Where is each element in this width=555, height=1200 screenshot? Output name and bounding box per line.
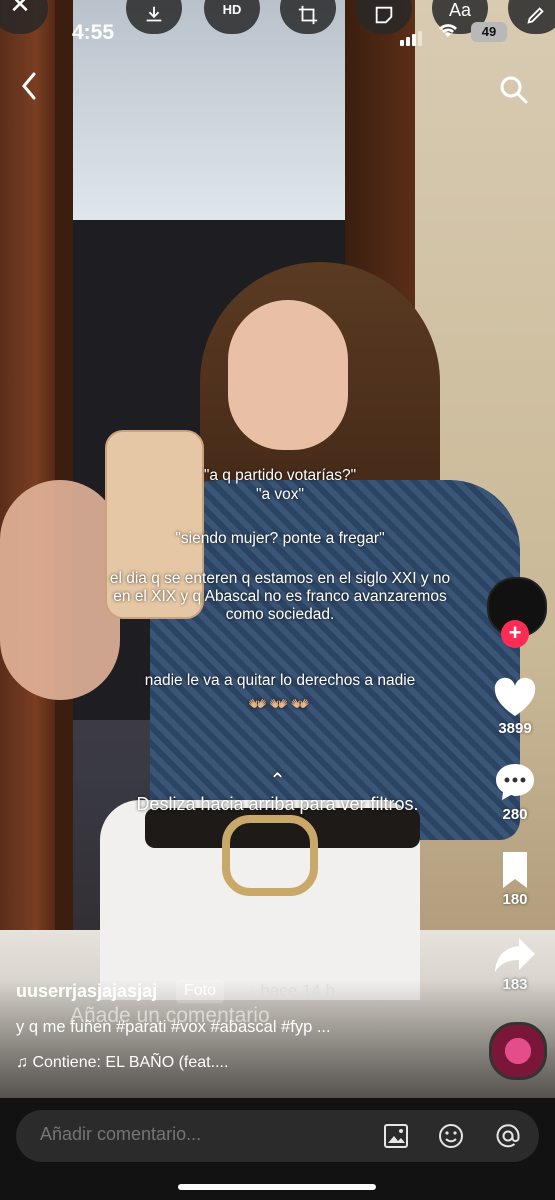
person-face (228, 300, 348, 450)
comment-box[interactable] (16, 1110, 539, 1162)
overlay-emoji: 👐🏼👐🏼👐🏼 (248, 696, 312, 713)
comment-icon[interactable] (491, 760, 539, 804)
swipe-hint[interactable]: Desliza hacia arriba para ver filtros. (0, 794, 555, 815)
overlay-text-paragraph: el dia q se enteren q estamos en el sigl… (109, 570, 451, 623)
belt-buckle (222, 815, 318, 896)
music-title: Contiene: EL BAÑO (feat.... (32, 1054, 229, 1071)
back-arrow-icon[interactable] (18, 70, 40, 111)
music-row[interactable]: ♫ Contiene: EL BAÑO (feat.... (16, 1054, 228, 1072)
bookmark-icon[interactable] (491, 848, 539, 892)
search-icon[interactable] (498, 74, 530, 106)
battery-icon: 49 (471, 22, 507, 42)
like-count: 3899 (498, 720, 532, 737)
save-count: 180 (502, 891, 528, 908)
overlay-text-answer: "a vox" (255, 486, 305, 503)
status-time: 4:55 (72, 21, 115, 44)
comment-input[interactable] (38, 1123, 274, 1146)
post-photo[interactable] (0, 0, 555, 1098)
chevron-up-icon: ⌃ (269, 770, 286, 792)
signal-icon (400, 28, 424, 46)
post-caption[interactable]: y q me fuñen #parati #vox #abascal #fyp … (16, 1018, 476, 1037)
mention-icon[interactable] (494, 1122, 522, 1150)
image-icon[interactable] (382, 1122, 410, 1150)
post-time-ago: · hace 14 h (250, 981, 336, 1000)
follow-plus-button[interactable]: + (501, 620, 529, 648)
music-disc[interactable] (489, 1022, 547, 1080)
home-indicator (178, 1184, 376, 1190)
post-username[interactable]: uuserrjasjajasjaj (16, 981, 157, 1002)
photo-badge: Foto (176, 979, 225, 1003)
heart-icon[interactable] (491, 676, 539, 720)
music-note-icon: ♫ (16, 1054, 28, 1071)
overlay-text-reply: "siendo mujer? ponte a fregar" (175, 530, 385, 547)
overlay-text-question: "a q partido votarías?" (203, 467, 357, 484)
comment-bar (0, 1098, 555, 1200)
share-icon[interactable] (491, 932, 539, 976)
overlay-text-closing: nadie le va a quitar lo derechos a nadie (144, 672, 416, 689)
status-bar: 4:55 49 (0, 0, 555, 70)
comment-count: 280 (502, 806, 528, 823)
wifi-icon (438, 22, 458, 43)
emoji-icon[interactable] (437, 1122, 465, 1150)
photo-badge-label: Foto (184, 982, 217, 999)
